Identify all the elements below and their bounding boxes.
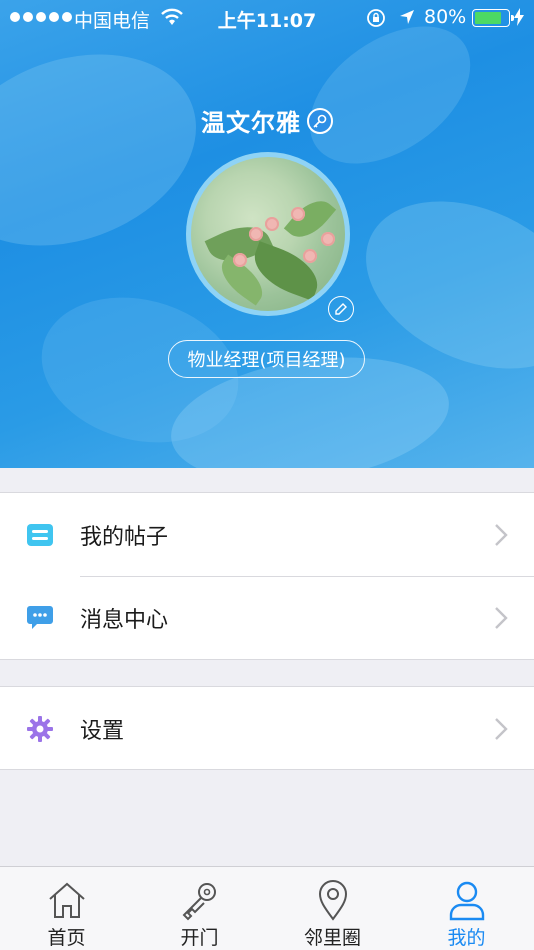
chat-bubble-icon xyxy=(26,604,54,632)
menu-item-label: 设置 xyxy=(80,718,125,744)
menu-item-label: 我的帖子 xyxy=(80,524,169,550)
chevron-right-icon xyxy=(494,717,508,745)
tab-label: 首页 xyxy=(47,927,86,949)
tab-label: 我的 xyxy=(447,927,486,949)
menu-group-primary: 我的帖子 消息中心 xyxy=(0,492,534,660)
avatar[interactable] xyxy=(186,152,350,316)
menu-group-settings: 设置 xyxy=(0,686,534,770)
tab-open-door[interactable]: 开门 xyxy=(133,867,266,950)
home-icon xyxy=(46,879,88,921)
rotation-lock-icon xyxy=(366,8,386,33)
location-pin-icon xyxy=(312,879,354,921)
battery-icon xyxy=(472,9,514,27)
menu-item-settings[interactable]: 设置 xyxy=(0,687,534,770)
key-icon[interactable] xyxy=(307,107,333,134)
tab-home[interactable]: 首页 xyxy=(0,867,133,950)
status-bar: 中国电信 上午11:07 80% xyxy=(0,0,534,36)
role-badge: 物业经理(项目经理) xyxy=(168,340,365,378)
tab-bar: 首页 开门 邻里圈 我的 xyxy=(0,866,534,950)
chevron-right-icon xyxy=(494,523,508,551)
menu-item-my-posts[interactable]: 我的帖子 xyxy=(0,493,534,577)
menu-item-message-center[interactable]: 消息中心 xyxy=(0,576,534,659)
location-arrow-icon xyxy=(398,8,416,31)
edit-pencil-icon[interactable] xyxy=(328,296,354,322)
tab-label: 邻里圈 xyxy=(303,927,361,949)
battery-percent: 80% xyxy=(424,6,467,28)
person-icon xyxy=(446,879,488,921)
menu-item-label: 消息中心 xyxy=(80,607,169,633)
posts-icon xyxy=(26,521,54,549)
profile-name: 温文尔雅 xyxy=(201,109,301,137)
tab-mine[interactable]: 我的 xyxy=(400,867,533,950)
chevron-right-icon xyxy=(494,606,508,634)
profile-name-row: 温文尔雅 xyxy=(0,103,534,138)
profile-header: 中国电信 上午11:07 80% 温文尔雅 物业经理(项目经理) xyxy=(0,0,534,468)
tab-neighborhood[interactable]: 邻里圈 xyxy=(266,867,399,950)
gear-icon xyxy=(26,715,54,743)
charging-bolt-icon xyxy=(514,8,524,31)
tab-label: 开门 xyxy=(180,927,219,949)
key-icon xyxy=(179,879,221,921)
